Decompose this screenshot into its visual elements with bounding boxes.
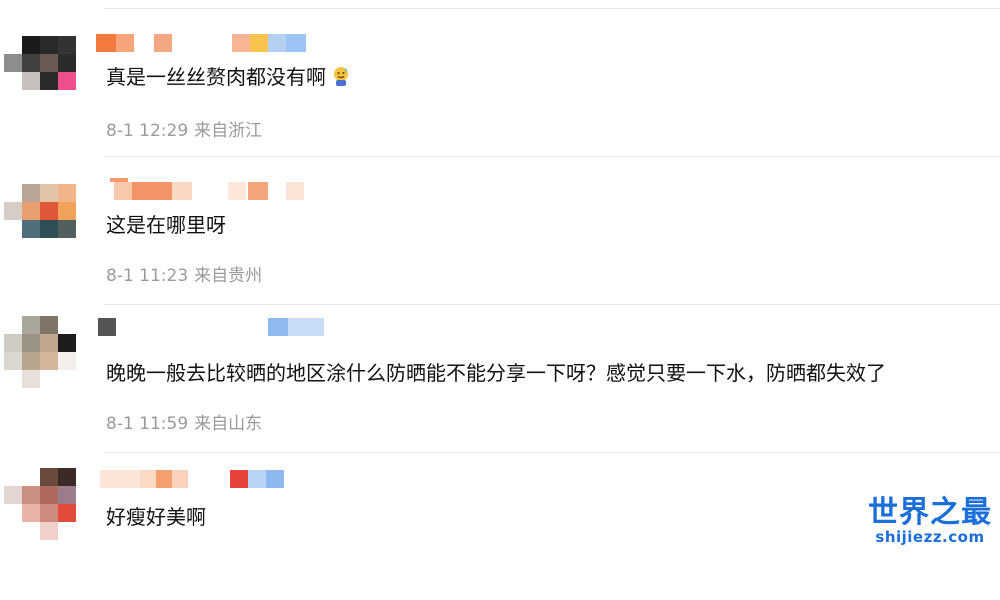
comment-item: 这是在哪里呀 8-1 11:23 来自贵州 [0, 156, 1000, 304]
timestamp: 8-1 11:59 [106, 414, 189, 434]
comment-item: 晚晚一般去比较晒的地区涂什么防晒能不能分享一下呀？感觉只要一下水，防晒都失效了 … [0, 304, 1000, 452]
comment-text: 好瘦好美啊 [106, 505, 206, 529]
comment-text: 这是在哪里呀 [106, 213, 226, 237]
location: 来自山东 [194, 414, 263, 434]
location: 来自浙江 [194, 121, 263, 141]
comment-meta: 8-1 11:59 来自山东 [106, 413, 262, 435]
divider [104, 8, 1000, 9]
watermark-logo: 世界之最 [868, 495, 992, 530]
watermark-url: shijiezz.com [875, 528, 985, 546]
comment-text: 晚晚一般去比较晒的地区涂什么防晒能不能分享一下呀？感觉只要一下水，防晒都失效了 [106, 361, 886, 385]
timestamp: 8-1 12:29 [106, 121, 189, 141]
location: 来自贵州 [194, 266, 263, 286]
avatar[interactable] [0, 36, 80, 100]
divider [104, 156, 1000, 157]
sweat-smile-emoji-icon [330, 65, 352, 87]
avatar[interactable] [0, 184, 80, 248]
comment-meta: 8-1 11:23 来自贵州 [106, 265, 262, 287]
divider [104, 452, 1000, 453]
avatar[interactable] [0, 316, 80, 388]
watermark: 世界之最 shijiezz.com [868, 495, 992, 546]
avatar[interactable] [0, 468, 80, 540]
comment-meta: 8-1 12:29 来自浙江 [106, 120, 262, 142]
comment-text: 真是一丝丝赘肉都没有啊 [106, 64, 352, 90]
timestamp: 8-1 11:23 [106, 266, 189, 286]
comment-item: 好瘦好美啊 [0, 452, 1000, 600]
comment-item: 真是一丝丝赘肉都没有啊 8-1 12:29 来自浙江 [0, 8, 1000, 156]
divider [104, 304, 1000, 305]
